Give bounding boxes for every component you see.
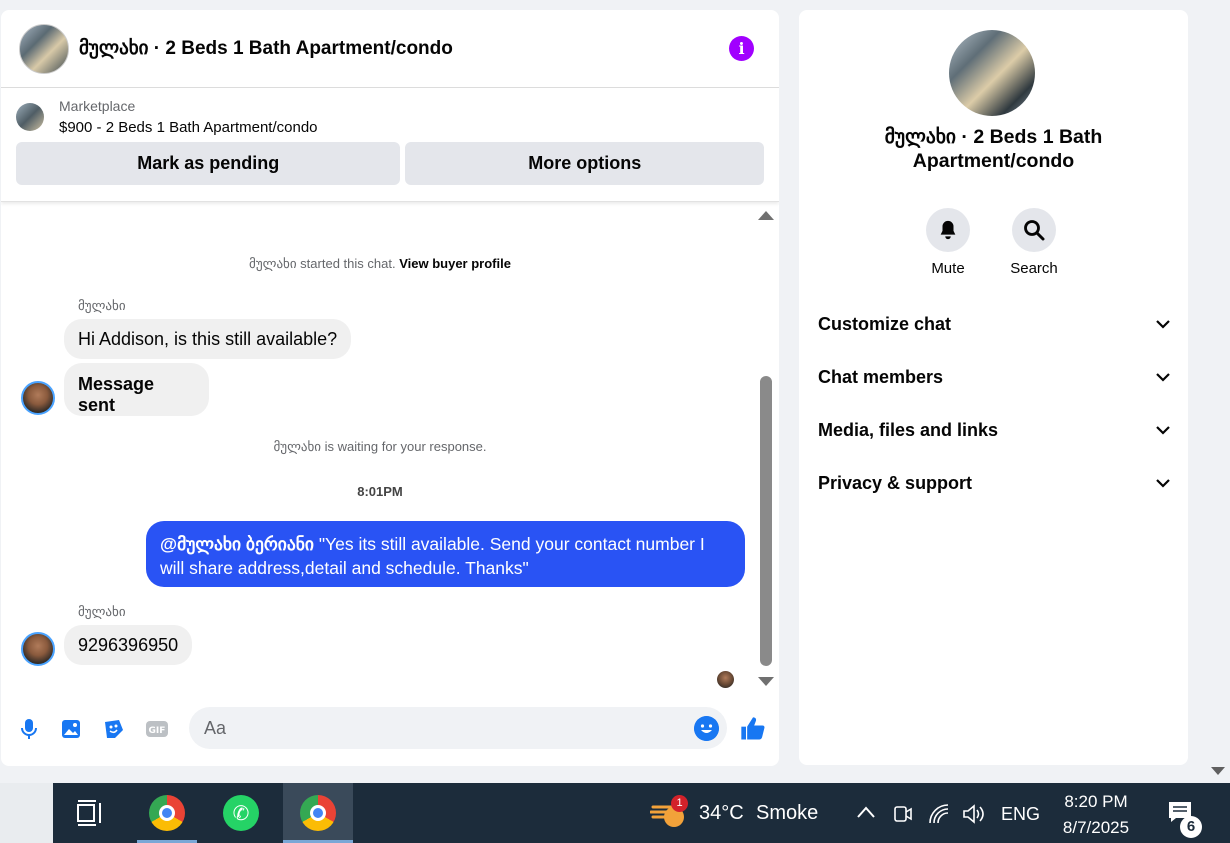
waiting-notice: მულახი is waiting for your response.	[273, 439, 487, 454]
started-text: მულახი started this chat.	[249, 256, 396, 271]
listing-title[interactable]: $900 - 2 Beds 1 Bath Apartment/condo	[59, 119, 318, 136]
taskbar: ✆ 1 34°C Smoke ENG 8:20 PM 8/7/2025 6	[0, 783, 1230, 843]
mark-as-pending-button[interactable]: Mark as pending	[16, 142, 401, 185]
message-timestamp: 8:01PM	[357, 484, 403, 499]
scroll-down-arrow[interactable]	[758, 677, 774, 686]
listing-avatar-large[interactable]	[949, 30, 1035, 116]
whatsapp-icon: ✆	[223, 795, 259, 831]
clock[interactable]: 8:20 PM 8/7/2025	[1058, 789, 1134, 841]
sender-name: მულახი	[78, 298, 126, 313]
listing-avatar[interactable]	[19, 23, 69, 74]
scroll-up-arrow[interactable]	[758, 211, 774, 220]
menu-label: Privacy & support	[818, 473, 973, 493]
details-title: მულახი · 2 Beds 1 Bath Apartment/condo	[884, 126, 1103, 172]
chrome-icon	[149, 795, 185, 831]
svg-text:GIF: GIF	[149, 726, 166, 736]
chevron-down-icon	[1156, 373, 1170, 382]
menu-label: Chat members	[818, 367, 944, 387]
emoji-icon[interactable]	[694, 716, 719, 741]
sender-avatar[interactable]	[21, 381, 55, 415]
menu-privacy-support[interactable]: Privacy & support	[818, 473, 1170, 494]
message-list: მულახი started this chat. View buyer pro…	[1, 213, 779, 701]
language-indicator[interactable]: ENG	[1001, 804, 1040, 825]
more-options-button[interactable]: More options	[405, 142, 764, 185]
composer: GIF Aa	[1, 707, 779, 753]
thumbs-up-icon[interactable]	[739, 715, 767, 743]
taskbar-chrome-2[interactable]	[283, 783, 353, 843]
mute-action[interactable]: Mute	[918, 208, 978, 277]
info-icon[interactable]: i	[729, 36, 754, 61]
gif-icon[interactable]: GIF	[145, 717, 169, 741]
menu-label: Customize chat	[818, 314, 952, 334]
notification-count: 6	[1180, 816, 1202, 838]
clock-date: 8/7/2025	[1062, 818, 1130, 837]
taskbar-chrome-1[interactable]	[137, 783, 197, 843]
task-view-icon	[77, 800, 101, 826]
outgoing-message[interactable]: @მულახი ბერიანი "Yes its still available…	[146, 521, 745, 587]
task-view-button[interactable]	[60, 783, 120, 843]
sender-name: მულახი	[78, 604, 126, 619]
menu-chat-members[interactable]: Chat members	[818, 367, 1170, 388]
message-input[interactable]: Aa	[189, 707, 727, 749]
search-action[interactable]: Search	[1004, 208, 1064, 277]
marketplace-label: Marketplace	[59, 98, 136, 114]
clock-time: 8:20 PM	[1064, 792, 1128, 811]
wifi-icon[interactable]	[928, 803, 950, 825]
sender-avatar[interactable]	[21, 632, 55, 666]
chat-started-notice: მულახი started this chat. View buyer pro…	[1, 256, 759, 272]
view-buyer-profile-link[interactable]: View buyer profile	[399, 256, 511, 271]
sticker-icon[interactable]	[102, 717, 126, 741]
photo-icon[interactable]	[59, 717, 83, 741]
microphone-icon[interactable]	[17, 717, 41, 741]
chat-details-panel: მულახი · 2 Beds 1 Bath Apartment/condo M…	[799, 10, 1188, 765]
start-area[interactable]	[0, 783, 53, 843]
weather-text[interactable]: Smoke	[756, 802, 818, 825]
incoming-message[interactable]: Hi Addison, is this still available?	[64, 319, 352, 359]
search-icon	[1024, 220, 1045, 241]
bell-icon	[940, 220, 956, 240]
meet-now-icon[interactable]	[893, 803, 913, 825]
marketplace-listing-block: Marketplace $900 - 2 Beds 1 Bath Apartme…	[1, 88, 779, 202]
listing-thumbnail[interactable]	[16, 103, 44, 131]
menu-label: Media, files and links	[818, 420, 999, 440]
mention[interactable]: @მულახი ბერიანი	[160, 534, 314, 554]
menu-customize-chat[interactable]: Customize chat	[818, 314, 1170, 335]
scrollbar-thumb[interactable]	[760, 376, 772, 666]
incoming-message[interactable]: Message sent	[64, 363, 209, 416]
chevron-down-icon	[1156, 426, 1170, 435]
speaker-icon[interactable]	[962, 803, 986, 825]
menu-media-files-links[interactable]: Media, files and links	[818, 420, 1170, 441]
seen-indicator-avatar	[717, 671, 734, 688]
chevron-down-icon	[1156, 320, 1170, 329]
mute-label: Mute	[931, 260, 965, 277]
taskbar-whatsapp[interactable]: ✆	[211, 783, 271, 843]
search-label: Search	[1010, 260, 1058, 277]
weather-badge: 1	[671, 795, 688, 812]
temperature[interactable]: 34°C	[699, 802, 744, 825]
incoming-message[interactable]: 9296396950	[64, 625, 193, 665]
page-scroll-down-arrow[interactable]	[1211, 767, 1225, 775]
chevron-down-icon	[1156, 479, 1170, 488]
chrome-icon	[300, 795, 336, 831]
chevron-up-icon[interactable]	[856, 805, 876, 819]
chat-header: მულახი · 2 Beds 1 Bath Apartment/condo i	[1, 10, 779, 88]
chat-title[interactable]: მულახი · 2 Beds 1 Bath Apartment/condo	[79, 37, 453, 60]
